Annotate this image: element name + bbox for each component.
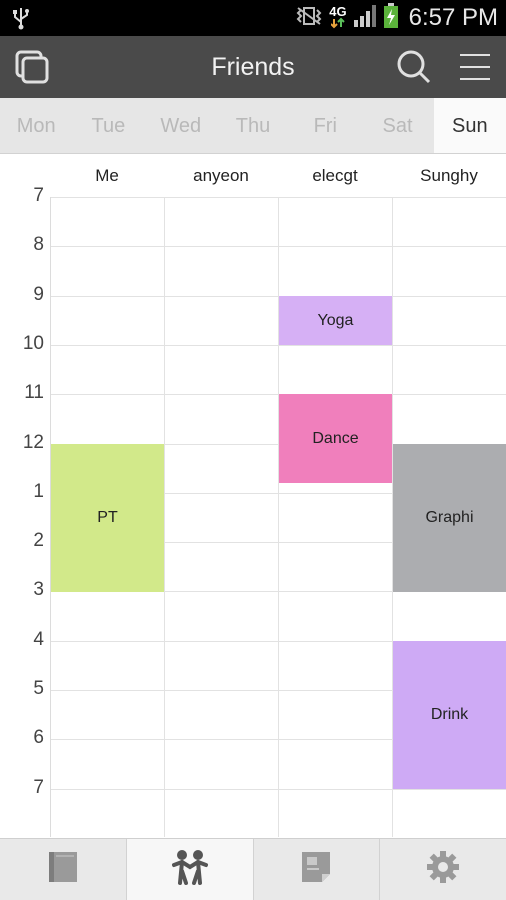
friends-icon bbox=[170, 849, 210, 890]
hour-label: 7 bbox=[33, 185, 44, 206]
event-label: PT bbox=[97, 509, 118, 526]
event-block[interactable]: PT bbox=[51, 444, 164, 592]
hour-label: 6 bbox=[33, 727, 44, 748]
tab-mon[interactable]: Mon bbox=[0, 98, 72, 153]
battery-charging-icon bbox=[383, 2, 399, 34]
notes-tab[interactable] bbox=[253, 839, 381, 900]
event-label: Graphi bbox=[425, 509, 474, 526]
event-block[interactable]: Yoga bbox=[279, 296, 392, 345]
tab-thu[interactable]: Thu bbox=[217, 98, 289, 153]
bottom-nav bbox=[0, 838, 506, 900]
hour-label: 3 bbox=[33, 579, 44, 600]
network-4g-icon: 4G bbox=[329, 5, 347, 30]
person-name[interactable]: Me bbox=[50, 166, 164, 190]
tab-tue[interactable]: Tue bbox=[72, 98, 144, 153]
hour-label: 7 bbox=[33, 777, 44, 798]
column-divider bbox=[278, 197, 279, 837]
person-name[interactable]: elecgt bbox=[278, 166, 392, 190]
column-divider bbox=[164, 197, 165, 837]
tab-fri[interactable]: Fri bbox=[289, 98, 361, 153]
person-name[interactable]: Sunghy bbox=[392, 166, 506, 190]
person-name[interactable]: anyeon bbox=[164, 166, 278, 190]
settings-icon bbox=[426, 850, 460, 889]
usb-icon bbox=[10, 6, 32, 35]
hour-label: 9 bbox=[33, 284, 44, 305]
tab-sun[interactable]: Sun bbox=[433, 98, 506, 153]
event-label: Drink bbox=[430, 706, 469, 723]
event-label: Yoga bbox=[317, 311, 354, 329]
hour-label: 11 bbox=[24, 382, 44, 403]
timetable-tab[interactable] bbox=[0, 839, 127, 900]
hour-label: 8 bbox=[33, 234, 44, 255]
event-block[interactable]: Drink bbox=[393, 641, 506, 789]
settings-tab[interactable] bbox=[380, 839, 506, 900]
day-tabs: Mon Tue Wed Thu Fri Sat Sun bbox=[0, 98, 506, 154]
timetable-icon bbox=[47, 850, 79, 889]
copy-icon[interactable] bbox=[12, 47, 52, 87]
hour-label: 1 bbox=[33, 481, 44, 502]
search-icon[interactable] bbox=[393, 47, 433, 87]
menu-icon[interactable] bbox=[455, 47, 495, 87]
friends-tab[interactable] bbox=[126, 839, 254, 900]
tab-wed[interactable]: Wed bbox=[145, 98, 217, 153]
notes-icon bbox=[300, 850, 332, 889]
status-bar: 4G 6:57 PM bbox=[0, 0, 506, 36]
status-right: 4G 6:57 PM bbox=[295, 0, 498, 36]
hour-label: 12 bbox=[22, 432, 44, 453]
hour-label: 4 bbox=[33, 629, 44, 650]
vibrate-icon bbox=[295, 6, 323, 31]
action-bar: Friends bbox=[0, 36, 506, 98]
signal-icon bbox=[353, 4, 377, 33]
hour-label: 5 bbox=[33, 678, 44, 699]
hour-label: 2 bbox=[33, 530, 44, 551]
clock: 6:57 PM bbox=[408, 4, 498, 31]
tab-sat[interactable]: Sat bbox=[361, 98, 433, 153]
event-block[interactable]: Graphi bbox=[393, 444, 506, 592]
timetable-grid[interactable]: Yoga Dance PT Graphi Drink bbox=[50, 197, 506, 837]
hour-label: 10 bbox=[22, 333, 44, 354]
event-label: Dance bbox=[312, 429, 359, 447]
person-header: Me anyeon elecgt Sunghy bbox=[50, 166, 506, 190]
event-block[interactable]: Dance bbox=[279, 394, 392, 483]
